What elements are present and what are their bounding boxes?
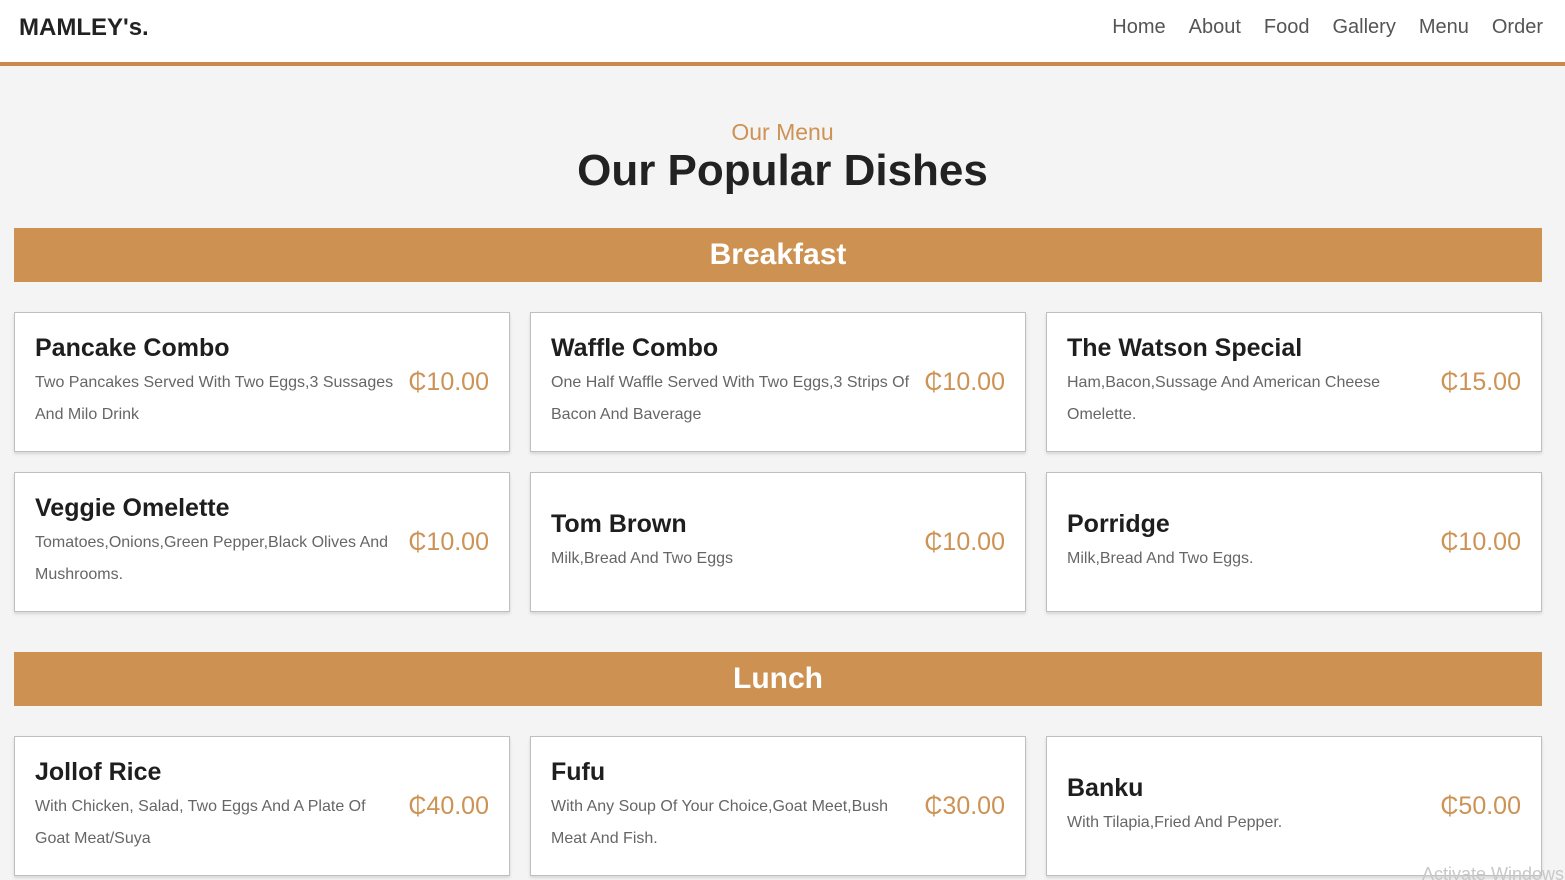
menu-card: Pancake Combo Two Pancakes Served With T…	[14, 312, 510, 452]
activate-windows-watermark: Activate Windows	[1422, 864, 1565, 880]
nav-link-order[interactable]: Order	[1492, 16, 1543, 39]
dish-name: Jollof Rice	[35, 757, 162, 786]
section-subtitle: Our Menu	[731, 119, 834, 145]
nav-link-about[interactable]: About	[1189, 16, 1241, 39]
menu-card: Tom Brown Milk,Bread And Two Eggs ₵10.00	[530, 472, 1026, 612]
site-header: MAMLEY's. Home About Food Gallery Menu O…	[0, 0, 1565, 66]
dish-description: With Chicken, Salad, Two Eggs And A Plat…	[35, 797, 366, 847]
dish-price: ₵10.00	[1440, 528, 1521, 556]
dish-price: ₵10.00	[408, 368, 489, 396]
dish-description: Ham,Bacon,Sussage And American Cheese Om…	[1067, 373, 1381, 423]
menu-card: Porridge Milk,Bread And Two Eggs. ₵10.00	[1046, 472, 1542, 612]
dish-description: With Tilapia,Fried And Pepper.	[1067, 813, 1283, 831]
nav-link-home[interactable]: Home	[1112, 16, 1165, 39]
dish-price: ₵40.00	[408, 792, 489, 820]
dish-name: Pancake Combo	[35, 333, 230, 362]
dish-price: ₵50.00	[1440, 792, 1521, 820]
menu-card: Fufu With Any Soup Of Your Choice,Goat M…	[530, 736, 1026, 876]
lunch-heading: Lunch	[14, 652, 1542, 706]
dish-name: Porridge	[1067, 509, 1170, 538]
dish-description: Tomatoes,Onions,Green Pepper,Black Olive…	[35, 533, 389, 583]
menu-card: Jollof Rice With Chicken, Salad, Two Egg…	[14, 736, 510, 876]
dish-description: Milk,Bread And Two Eggs.	[1067, 549, 1254, 567]
menu-card: The Watson Special Ham,Bacon,Sussage And…	[1046, 312, 1542, 452]
dish-price: ₵10.00	[408, 528, 489, 556]
nav-link-food[interactable]: Food	[1264, 16, 1310, 39]
dish-description: Milk,Bread And Two Eggs	[551, 549, 734, 567]
dish-name: Fufu	[551, 757, 606, 786]
site-logo[interactable]: MAMLEY's.	[19, 14, 149, 42]
section-title: Our Popular Dishes	[577, 146, 988, 195]
dish-name: Veggie Omelette	[35, 493, 230, 522]
dish-name: The Watson Special	[1067, 333, 1303, 362]
main-nav: Home About Food Gallery Menu Order	[1112, 16, 1543, 39]
dish-price: ₵15.00	[1440, 368, 1521, 396]
dish-price: ₵10.00	[924, 368, 1005, 396]
nav-link-gallery[interactable]: Gallery	[1332, 16, 1395, 39]
dish-price: ₵10.00	[924, 528, 1005, 556]
dish-price: ₵30.00	[924, 792, 1005, 820]
breakfast-heading: Breakfast	[14, 228, 1542, 282]
dish-name: Banku	[1067, 773, 1144, 802]
dish-description: With Any Soup Of Your Choice,Goat Meet,B…	[551, 797, 889, 847]
dish-description: One Half Waffle Served With Two Eggs,3 S…	[551, 373, 910, 423]
dish-description: Two Pancakes Served With Two Eggs,3 Suss…	[35, 373, 394, 423]
dish-name: Tom Brown	[551, 509, 687, 538]
menu-card: Banku With Tilapia,Fried And Pepper. ₵50…	[1046, 736, 1542, 876]
dish-name: Waffle Combo	[551, 333, 719, 362]
menu-card: Waffle Combo One Half Waffle Served With…	[530, 312, 1026, 452]
menu-card: Veggie Omelette Tomatoes,Onions,Green Pe…	[14, 472, 510, 612]
nav-link-menu[interactable]: Menu	[1419, 16, 1469, 39]
